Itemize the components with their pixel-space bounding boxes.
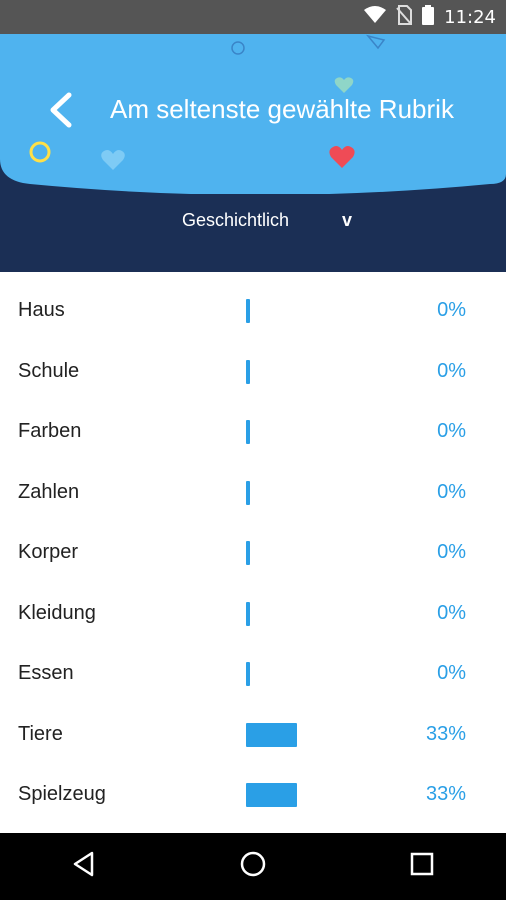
percentage-bar [246,601,250,626]
category-label: Tiere [18,722,63,745]
home-circle-icon [239,850,267,883]
outline-shape-decoration [230,40,246,61]
battery-icon [422,4,435,30]
list-item: Haus 0% [0,272,506,333]
dropdown-selected-value: Geschichtlich [182,209,290,230]
red-heart-decoration [328,144,356,175]
percentage-bar [246,541,250,565]
category-label: Haus [18,299,65,321]
nav-back-button[interactable] [54,837,114,897]
list-item: Tiere 33% [0,696,506,757]
list-item: Spielzeug 33% [0,756,506,817]
no-sim-icon [396,4,413,30]
page-title: Am seltenste gewählte Rubrik [110,94,454,124]
percentage-value: 0% [437,541,466,563]
list-item: Zahlen 0% [0,454,506,515]
percentage-bar [246,420,250,444]
percentage-bar [246,722,297,747]
status-time: 11:24 [444,6,496,28]
category-label: Korper [18,541,79,563]
nav-recents-button[interactable] [392,837,452,897]
back-button[interactable] [40,92,80,132]
chevron-down-icon: v [341,209,352,230]
yellow-circle-decoration [28,140,52,169]
list-item: Essen 0% [0,635,506,696]
outline-shape-decoration-2 [365,34,386,55]
category-label: Spielzeug [18,783,106,805]
percentage-value: 0% [437,420,466,442]
category-stats-list: Haus 0% Schule 0% Farben 0% Zahlen 0% Korper 0% Kl… [0,272,506,817]
percentage-value: 0% [437,601,466,624]
percentage-bar [246,662,250,686]
navigation-bar [0,833,506,900]
blue-heart-decoration [100,148,126,177]
category-label: Kleidung [18,601,96,624]
percentage-bar [246,480,250,505]
chevron-left-icon [47,92,73,133]
percentage-value: 0% [437,359,466,382]
status-bar: 11:24 [0,0,506,34]
percentage-value: 33% [425,783,466,805]
percentage-bar [246,359,250,384]
percentage-bar [246,299,250,323]
back-triangle-icon [72,851,96,882]
list-item: Schule 0% [0,333,506,394]
status-icons: 11:24 [364,4,496,30]
wifi-icon [364,5,387,29]
percentage-value: 0% [437,299,466,321]
nav-home-button[interactable] [223,837,283,897]
category-dropdown[interactable]: Geschichtlich v [160,200,360,240]
percentage-bar [246,783,297,807]
list-item: Korper 0% [0,514,506,575]
category-label: Zahlen [18,480,80,503]
recents-square-icon [410,852,434,881]
category-label: Essen [18,662,74,684]
list-item: Farben 0% [0,393,506,454]
percentage-value: 33% [425,722,466,745]
percentage-value: 0% [437,662,466,684]
list-item: Kleidung 0% [0,575,506,636]
percentage-value: 0% [437,480,466,503]
category-label: Farben [18,420,82,442]
category-label: Schule [18,359,80,382]
